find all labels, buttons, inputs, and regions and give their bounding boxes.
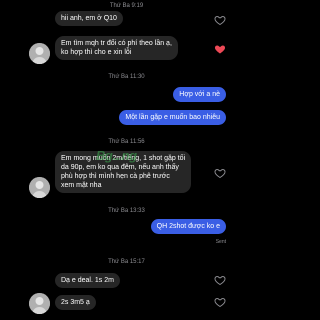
message-text: Dạ e deal. 1s 2m xyxy=(61,277,114,284)
message-text: phù hợp thì mình hẹn cà phê trước xyxy=(61,173,170,180)
message-bubble-incoming[interactable]: 2s 3m5 ạ xyxy=(55,295,96,310)
message-text: da 90p, em ko qua đêm, nếu anh thấy xyxy=(61,164,179,171)
sent-status: Sent xyxy=(215,239,226,245)
message-bubble-incoming[interactable]: hii anh, em ở Q10 xyxy=(55,11,123,26)
timestamp: Thứ Ba 9:19 xyxy=(109,3,144,9)
avatar[interactable] xyxy=(29,293,50,314)
message-bubble-outgoing[interactable]: Hợp với a nè xyxy=(173,87,226,102)
timestamp: Thứ Ba 15:17 xyxy=(108,259,145,265)
timestamp: Thứ Ba 11:56 xyxy=(108,139,145,145)
watermark: Bg...ng xyxy=(96,148,137,163)
message-text: ko hợp thì cho e xin lỗi xyxy=(61,49,132,56)
message-text: Hợp với a nè xyxy=(179,91,220,98)
timestamp: Thứ Ba 11:30 xyxy=(108,74,145,80)
message-bubble-incoming[interactable]: Dạ e deal. 1s 2m xyxy=(55,273,120,288)
chat-thread: Thứ Ba 9:19 hii anh, em ở Q10 Em tìm mqh… xyxy=(0,0,253,320)
avatar[interactable] xyxy=(29,177,50,198)
message-bubble-incoming[interactable]: Em tìm mqh tr đổi có phí theo lần ạ, ko … xyxy=(55,36,178,60)
heart-outline-icon[interactable] xyxy=(214,296,226,308)
message-text: Em tìm mqh tr đổi có phí theo lần ạ, xyxy=(61,40,172,47)
heart-outline-icon[interactable] xyxy=(214,274,226,286)
message-text: 2s 3m5 ạ xyxy=(61,299,90,306)
avatar[interactable] xyxy=(29,43,50,64)
heart-outline-icon[interactable] xyxy=(214,167,226,179)
heart-outline-icon[interactable] xyxy=(214,14,226,26)
message-text: hii anh, em ở Q10 xyxy=(61,15,117,22)
message-bubble-outgoing[interactable]: Một lần gặp e muốn bao nhiêu xyxy=(119,110,226,125)
message-text: QH 2shot được ko e xyxy=(156,223,220,230)
message-text: xem mặt nha xyxy=(61,182,102,189)
timestamp: Thứ Ba 13:33 xyxy=(108,208,145,214)
message-bubble-outgoing[interactable]: QH 2shot được ko e xyxy=(150,219,226,234)
message-text: Một lần gặp e muốn bao nhiêu xyxy=(125,114,220,121)
heart-filled-icon[interactable] xyxy=(214,43,226,55)
